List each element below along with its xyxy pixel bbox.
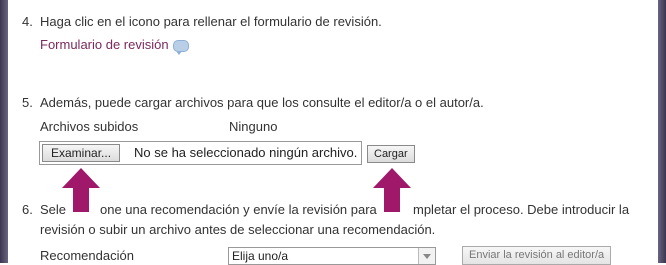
recommendation-select[interactable]: Elija uno/a xyxy=(228,247,436,265)
arrow-up-icon xyxy=(373,168,411,212)
step-6-text-end: mpletar el proceso. Debe introducir la xyxy=(413,202,630,217)
step-6-number: 6. xyxy=(22,202,33,217)
right-frame-edge xyxy=(658,0,666,263)
submit-review-button[interactable]: Enviar la revisión al editor/a xyxy=(462,246,612,265)
file-status-text: No se ha seleccionado ningún archivo. xyxy=(134,145,358,160)
left-frame-edge xyxy=(0,0,8,263)
browse-button[interactable]: Examinar... xyxy=(42,144,121,162)
arrow-up-icon xyxy=(62,168,100,212)
step-4-text: Haga clic en el icono para rellenar el f… xyxy=(40,14,382,29)
review-form-link[interactable]: Formulario de revisión xyxy=(40,37,169,52)
review-form-row: Formulario de revisión xyxy=(40,37,189,55)
step-4-number: 4. xyxy=(22,14,33,29)
chevron-down-icon[interactable] xyxy=(418,248,435,264)
step-6-text-middle: one una recomendación y envíe la revisió… xyxy=(100,202,377,217)
recommendation-label: Recomendación xyxy=(40,248,134,263)
uploaded-files-label: Archivos subidos xyxy=(40,119,139,134)
step-6-text-start: Sele xyxy=(40,202,67,217)
step-6-text-line2: revisión o subir un archivo antes de sel… xyxy=(40,222,436,237)
step-5-number: 5. xyxy=(22,95,33,110)
file-input[interactable]: Examinar... No se ha seleccionado ningún… xyxy=(39,141,362,165)
recommendation-select-value: Elija uno/a xyxy=(232,249,289,263)
upload-button[interactable]: Cargar xyxy=(367,145,415,163)
comment-icon[interactable] xyxy=(172,39,189,55)
step-5-text: Además, puede cargar archivos para que l… xyxy=(40,95,484,110)
uploaded-files-value: Ninguno xyxy=(229,119,278,134)
